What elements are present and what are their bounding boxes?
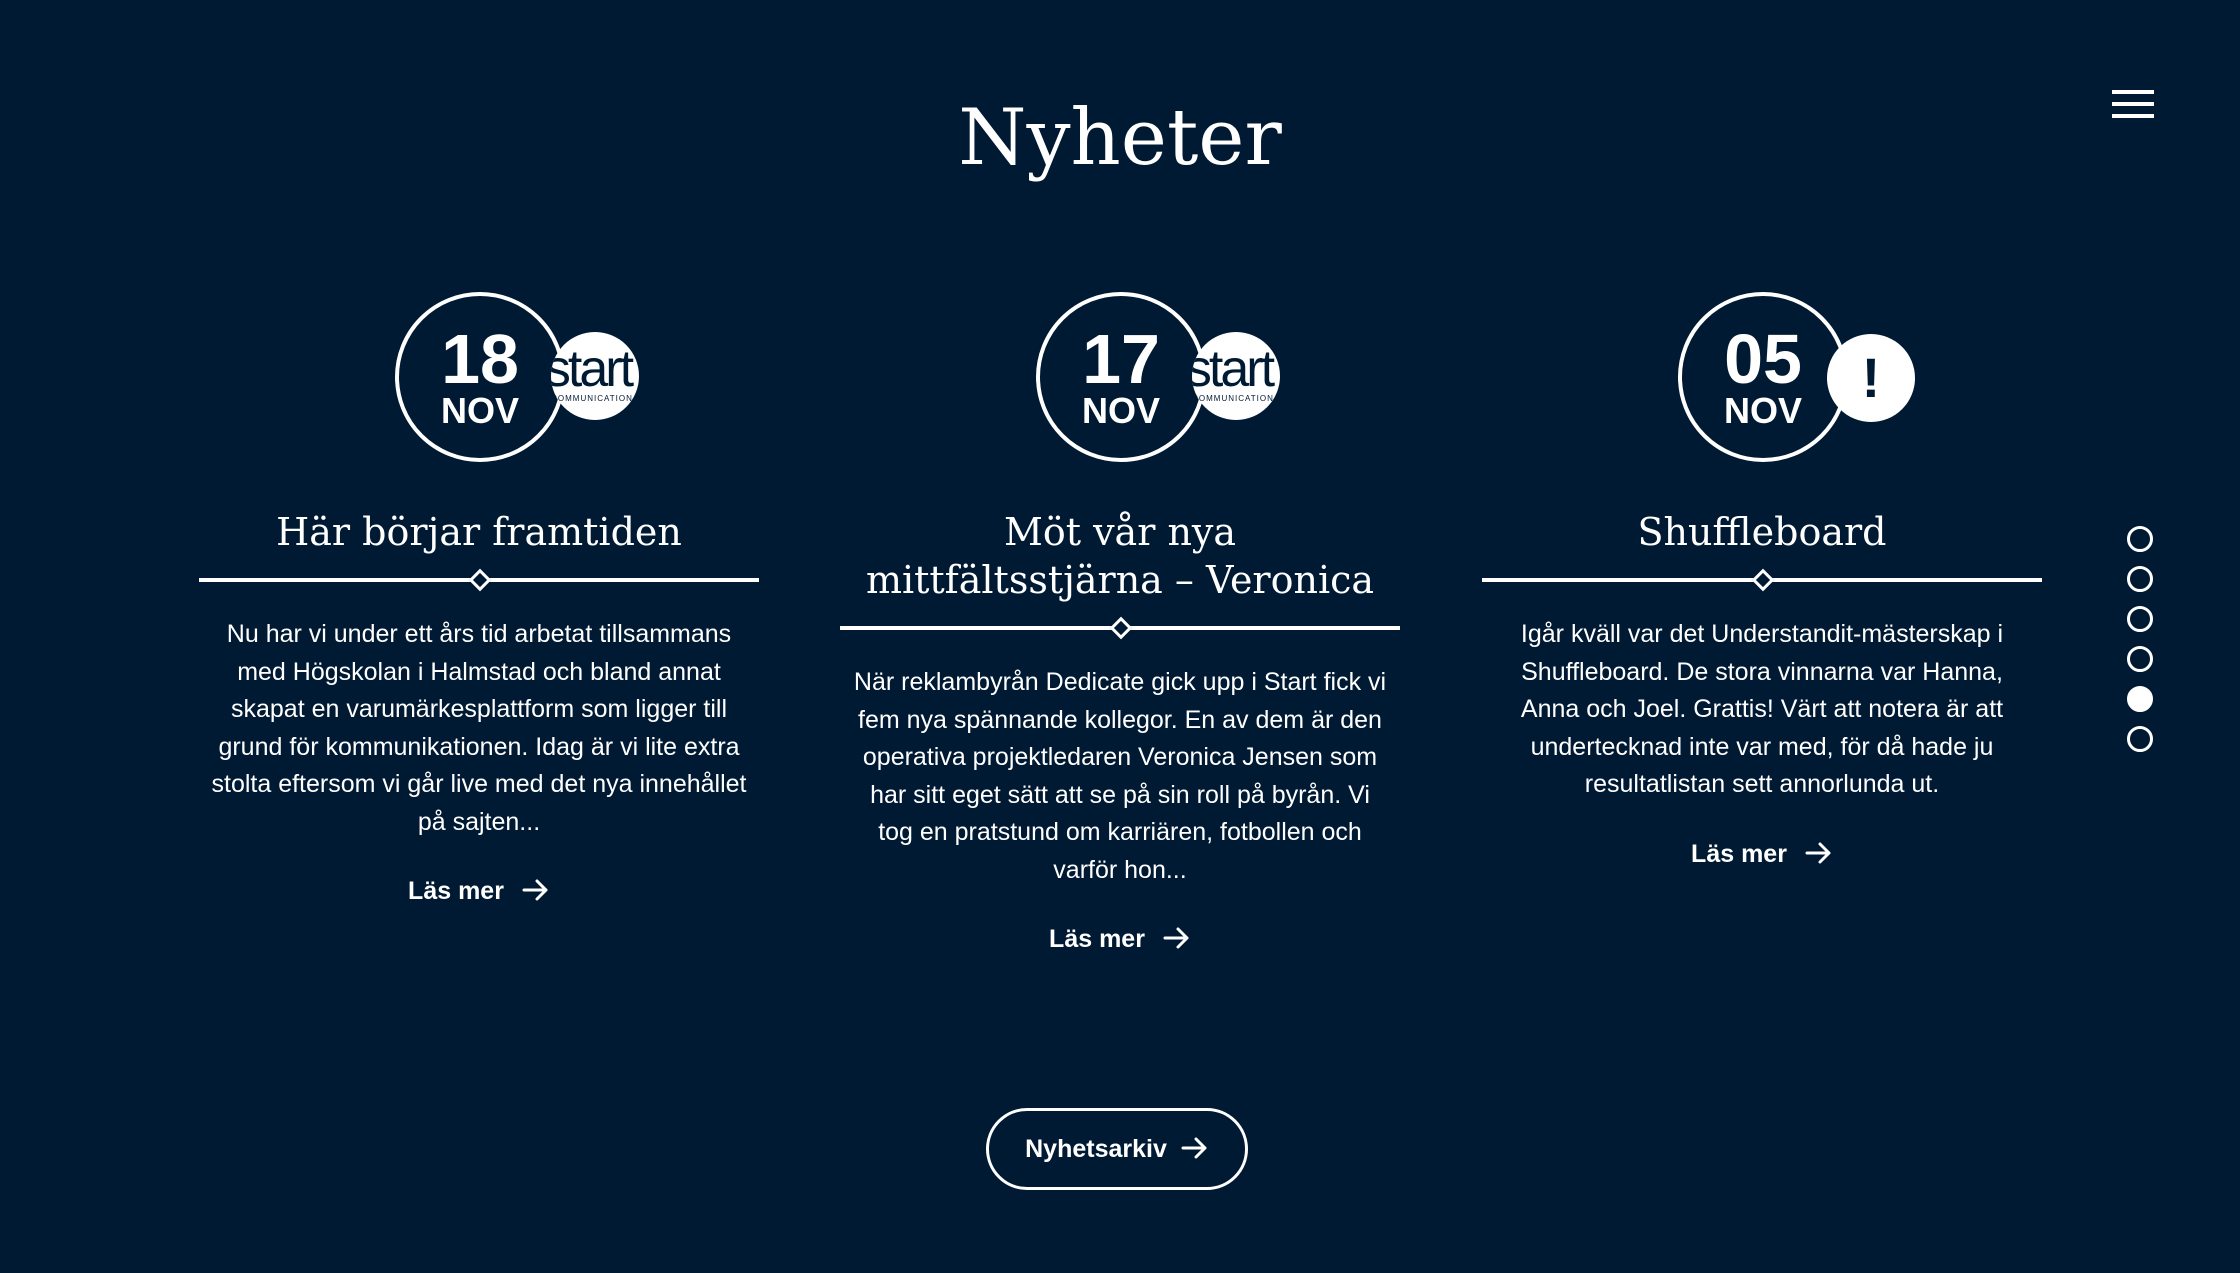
date-badge: 18 NOV	[395, 292, 565, 462]
news-date: 05 NOV !	[1482, 292, 2042, 464]
title-divider	[1482, 568, 2042, 592]
arrow-right-icon	[522, 879, 548, 901]
date-day: 05	[1724, 320, 1802, 398]
logo-subtext: COMMUNICATION	[1192, 394, 1274, 403]
pagination-dot[interactable]	[2127, 566, 2153, 592]
read-more-link[interactable]: Läs mer	[840, 925, 1400, 954]
diamond-icon	[1751, 568, 1775, 592]
pagination-dot[interactable]	[2127, 606, 2153, 632]
pagination-dot[interactable]	[2127, 646, 2153, 672]
logo-subtext: COMMUNICATION	[551, 394, 633, 403]
news-excerpt: När reklambyrån Dedicate gick upp i Star…	[853, 668, 1387, 884]
news-excerpt: Igår kväll var det Understandit-mästersk…	[1520, 620, 2004, 798]
news-card: 18 NOV start COMMUNICATION Här börjar fr…	[199, 292, 759, 906]
pagination-dot[interactable]	[2127, 726, 2153, 752]
menu-line	[2112, 90, 2154, 94]
read-more-link[interactable]: Läs mer	[199, 877, 759, 906]
page-title: Nyheter	[958, 93, 1282, 183]
start-communication-logo: start COMMUNICATION	[1192, 332, 1280, 420]
news-title[interactable]: Här börjar framtiden	[219, 508, 739, 556]
read-more-label: Läs mer	[1049, 925, 1145, 953]
read-more-link[interactable]: Läs mer	[1482, 840, 2042, 869]
section-pagination	[2127, 526, 2153, 766]
title-divider	[199, 568, 759, 592]
date-month: NOV	[1723, 390, 1802, 431]
news-card: 17 NOV start COMMUNICATION Möt vår nya m…	[840, 292, 1400, 954]
news-archive-button[interactable]: Nyhetsarkiv	[986, 1108, 1248, 1190]
understandit-logo: !	[1827, 334, 1915, 422]
read-more-label: Läs mer	[1691, 839, 1787, 868]
pagination-dot[interactable]	[2127, 686, 2153, 712]
diamond-icon	[1109, 616, 1133, 640]
logo-text: start	[551, 340, 634, 398]
news-title[interactable]: Shuffleboard	[1502, 508, 2022, 556]
menu-line	[2112, 102, 2154, 106]
date-badge: 05 NOV	[1678, 292, 1848, 462]
menu-line	[2112, 114, 2154, 118]
date-day: 17	[1082, 320, 1160, 398]
news-title[interactable]: Möt vår nya mittfältsstjärna – Veronica	[860, 508, 1380, 604]
read-more-label: Läs mer	[408, 877, 504, 905]
news-date: 17 NOV start COMMUNICATION	[840, 292, 1400, 464]
pagination-dot[interactable]	[2127, 526, 2153, 552]
archive-button-label: Nyhetsarkiv	[1025, 1135, 1167, 1163]
news-card: 05 NOV ! Shuffleboard Igår kväll var det…	[1482, 292, 2042, 869]
title-divider	[840, 616, 1400, 640]
logo-text: start	[1192, 340, 1275, 398]
arrow-right-icon	[1163, 927, 1189, 949]
news-date: 18 NOV start COMMUNICATION	[199, 292, 759, 464]
news-excerpt: Nu har vi under ett års tid arbetat till…	[211, 620, 747, 836]
diamond-icon	[468, 568, 492, 592]
logo-text: !	[1861, 346, 1881, 409]
arrow-right-icon	[1805, 842, 1831, 864]
date-month: NOV	[1081, 390, 1160, 431]
arrow-right-icon	[1181, 1137, 1207, 1159]
hamburger-menu-icon[interactable]	[2112, 90, 2154, 124]
date-month: NOV	[440, 390, 519, 431]
date-day: 18	[441, 320, 519, 398]
date-badge: 17 NOV	[1036, 292, 1206, 462]
start-communication-logo: start COMMUNICATION	[551, 332, 639, 420]
